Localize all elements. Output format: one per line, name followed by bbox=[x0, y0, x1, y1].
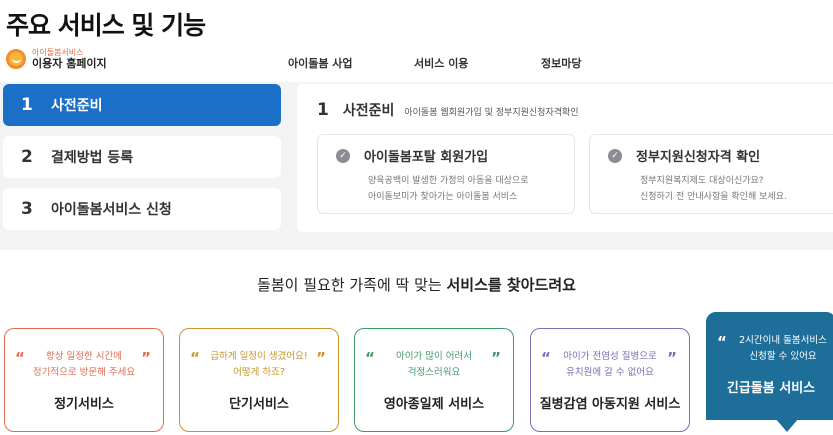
step-number: 2 bbox=[21, 147, 33, 167]
site-logo[interactable]: 아이돌봄서비스 이용자 홈페이지 bbox=[6, 48, 107, 70]
service-card-short-term[interactable]: “ ” 급하게 일정이 생겼어요! 어떻게 하죠? 단기서비스 bbox=[179, 328, 339, 432]
quote-open-icon: “ bbox=[15, 349, 25, 367]
service-description: 2시간이내 돌봄서비스 신청할 수 있어요 bbox=[739, 335, 827, 362]
service-description: 아이가 전염성 질병으로 유치원에 갈 수 없어요 bbox=[563, 351, 657, 378]
selected-pointer-icon bbox=[775, 418, 799, 432]
quote-open-icon: “ bbox=[365, 349, 375, 367]
quote-open-icon: “ bbox=[190, 349, 200, 367]
service-name: 영아종일제 서비스 bbox=[383, 397, 485, 412]
card-description: 정부지원복지제도 대상이신가요? 신청하기 전 안내사항을 확인해 보세요. bbox=[640, 176, 787, 202]
step-label: 사전준비 bbox=[51, 98, 103, 114]
service-name: 긴급돌봄 서비스 bbox=[726, 381, 816, 396]
card-title: 아이돌봄포탈 회원가입 bbox=[364, 150, 489, 165]
step-detail-panel: 1 사전준비 아이돌봄 웹회원가입 및 정부지원신청자격확인 ✓ 아이돌봄포탈 … bbox=[297, 84, 833, 232]
quote-close-icon: ” bbox=[316, 349, 326, 367]
check-circle-icon: ✓ bbox=[336, 149, 350, 163]
step-number: 1 bbox=[21, 95, 33, 115]
panel-description: 아이돌봄 웹회원가입 및 정부지원신청자격확인 bbox=[404, 108, 579, 118]
logo-title: 이용자 홈페이지 bbox=[32, 56, 107, 70]
service-description: 항상 일정한 시간에 정기적으로 방문해 주세요 bbox=[32, 351, 136, 378]
service-description: 급하게 일정이 생겼어요! 어떻게 하죠? bbox=[210, 351, 308, 378]
nav-item-childcare-project[interactable]: 아이돌봄 사업 bbox=[288, 55, 353, 71]
service-card-emergency[interactable]: “ 2시간이내 돌봄서비스 신청할 수 있어요 긴급돌봄 서비스 bbox=[706, 312, 833, 420]
step-tab-apply[interactable]: 3 아이돌봄서비스 신청 bbox=[3, 188, 281, 230]
check-circle-icon: ✓ bbox=[608, 149, 622, 163]
service-description: 아이가 많이 어려서 걱정스러워요 bbox=[396, 351, 472, 378]
service-card-infant[interactable]: “ ” 아이가 많이 어려서 걱정스러워요 영아종일제 서비스 bbox=[354, 328, 514, 432]
step-label: 결제방법 등록 bbox=[51, 150, 134, 166]
service-name: 단기서비스 bbox=[229, 397, 289, 412]
quote-open-icon: “ bbox=[541, 349, 551, 367]
panel-step-number: 1 bbox=[317, 100, 329, 120]
quote-open-icon: “ bbox=[717, 333, 727, 351]
nav-item-service-use[interactable]: 서비스 이용 bbox=[414, 55, 468, 71]
card-description: 양육공백이 발생한 가정의 아동을 대상으로 아이돌보미가 찾아가는 아이돌봄 … bbox=[368, 176, 529, 202]
step-label: 아이돌봄서비스 신청 bbox=[51, 202, 172, 218]
step-number: 3 bbox=[21, 199, 33, 219]
service-name: 정기서비스 bbox=[54, 397, 114, 412]
card-eligibility[interactable]: ✓ 정부지원신청자격 확인 정부지원복지제도 대상이신가요? 신청하기 전 안내… bbox=[589, 134, 833, 214]
page-title: 주요 서비스 및 기능 bbox=[6, 11, 206, 40]
quote-close-icon: ” bbox=[141, 349, 151, 367]
card-title: 정부지원신청자격 확인 bbox=[636, 150, 761, 165]
service-name: 질병감염 아동지원 서비스 bbox=[539, 397, 681, 412]
smile-logo-icon bbox=[6, 49, 26, 70]
step-tab-payment[interactable]: 2 결제방법 등록 bbox=[3, 136, 281, 178]
section-headline: 돌봄이 필요한 가족에 딱 맞는 서비스를 찾아드려요 bbox=[257, 276, 576, 294]
service-card-regular[interactable]: “ ” 항상 일정한 시간에 정기적으로 방문해 주세요 정기서비스 bbox=[4, 328, 164, 432]
panel-title: 사전준비 bbox=[342, 103, 395, 119]
card-signup[interactable]: ✓ 아이돌봄포탈 회원가입 양육공백이 발생한 가정의 아동을 대상으로 아이돌… bbox=[317, 134, 575, 214]
service-card-sick-child[interactable]: “ ” 아이가 전염성 질병으로 유치원에 갈 수 없어요 질병감염 아동지원 서… bbox=[530, 328, 690, 432]
quote-close-icon: ” bbox=[491, 349, 501, 367]
quote-close-icon: ” bbox=[667, 349, 677, 367]
nav-item-info[interactable]: 정보마당 bbox=[541, 55, 581, 71]
step-tab-preparation[interactable]: 1 사전준비 bbox=[3, 84, 281, 126]
